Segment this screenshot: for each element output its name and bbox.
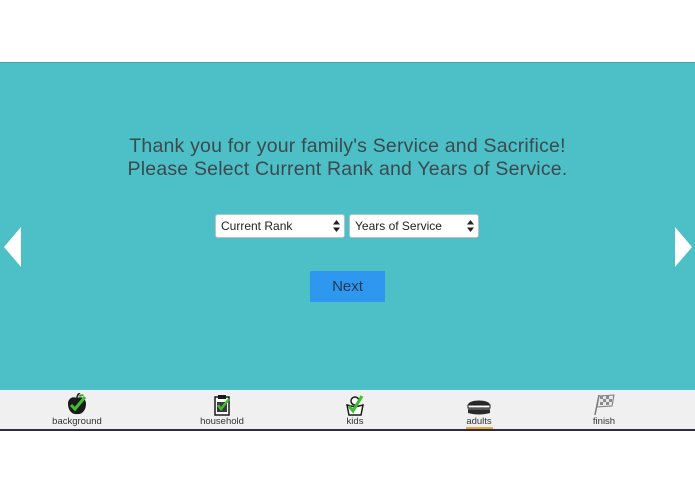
step-label: finish [592, 416, 616, 427]
step-kids[interactable]: kids [325, 390, 385, 430]
previous-arrow-icon[interactable] [4, 227, 21, 267]
step-adults[interactable]: adults [449, 390, 509, 430]
page: Thank you for your family's Service and … [0, 0, 695, 494]
checkered-flag-icon [594, 394, 615, 416]
next-button[interactable]: Next [310, 271, 385, 302]
years-of-service-select-value: Years of Service [355, 219, 442, 233]
step-household[interactable]: household [192, 390, 252, 430]
clipboard-check-icon [214, 395, 230, 416]
active-step-indicator [466, 427, 493, 429]
apple-check-icon [68, 393, 87, 415]
step-label: household [200, 416, 244, 427]
page-title: Thank you for your family's Service and … [0, 135, 695, 181]
select-updown-icon [333, 220, 340, 232]
content-panel [0, 62, 695, 390]
step-finish[interactable]: finish [574, 390, 634, 430]
current-rank-select-value: Current Rank [221, 219, 293, 233]
sandwich-icon [467, 400, 491, 415]
current-rank-select[interactable]: Current Rank [215, 214, 345, 238]
years-of-service-select[interactable]: Years of Service [349, 214, 479, 238]
kids-check-icon [346, 395, 364, 416]
select-updown-icon [467, 220, 474, 232]
step-label: background [52, 416, 102, 427]
headline-line-2: Please Select Current Rank and Years of … [127, 158, 568, 180]
step-background[interactable]: background [47, 390, 107, 430]
step-label: kids [346, 416, 364, 427]
next-arrow-icon[interactable] [675, 227, 692, 267]
step-label: adults [466, 416, 492, 427]
headline-line-1: Thank you for your family's Service and … [129, 135, 566, 157]
step-navigation-bar: background household kids adults finish [0, 390, 695, 431]
